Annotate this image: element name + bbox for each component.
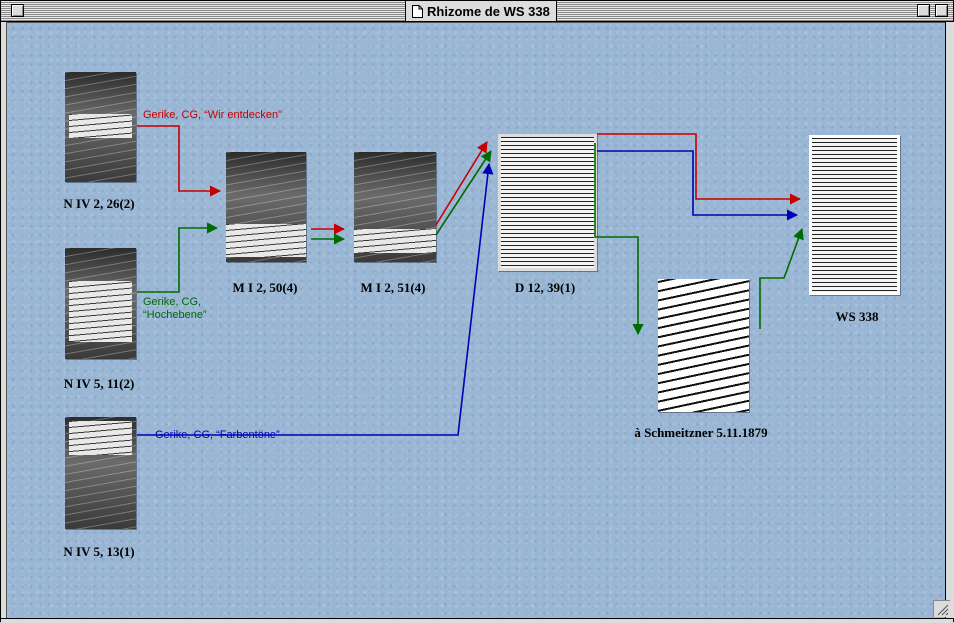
arrow-layer — [137, 125, 804, 436]
window-title-area: Rhizome de WS 338 — [405, 1, 557, 21]
document-icon — [412, 4, 423, 18]
arrow-red-mi251-to-d12 — [435, 141, 488, 226]
right-window-frame — [945, 22, 954, 618]
app-window: Rhizome de WS 338 N IV 2, 26(2) N IV 5, … — [0, 0, 954, 623]
collapse-box-icon[interactable] — [935, 4, 948, 17]
window-title: Rhizome de WS 338 — [427, 3, 550, 19]
arrow-blue-d12-to-ws338 — [597, 150, 799, 221]
arrow-green-niv5a-to-mi250 — [137, 222, 219, 293]
zoom-box-icon[interactable] — [917, 4, 930, 17]
bottom-window-frame — [1, 618, 953, 623]
close-box-icon[interactable] — [11, 4, 24, 17]
arrow-green-schmeitzner-to-ws338 — [759, 227, 804, 329]
rhizome-canvas: N IV 2, 26(2) N IV 5, 11(2) N IV 5, 13(1… — [6, 22, 946, 619]
arrow-red-d12-to-ws338 — [597, 133, 802, 205]
arrow-green-d12-to-schmeitzner — [594, 143, 644, 336]
title-bar[interactable]: Rhizome de WS 338 — [1, 1, 953, 22]
arrow-red-niv2-to-mi250 — [137, 125, 222, 197]
arrow-blue-niv5b-to-d12 — [137, 162, 494, 436]
resize-grip-icon[interactable] — [933, 600, 950, 617]
